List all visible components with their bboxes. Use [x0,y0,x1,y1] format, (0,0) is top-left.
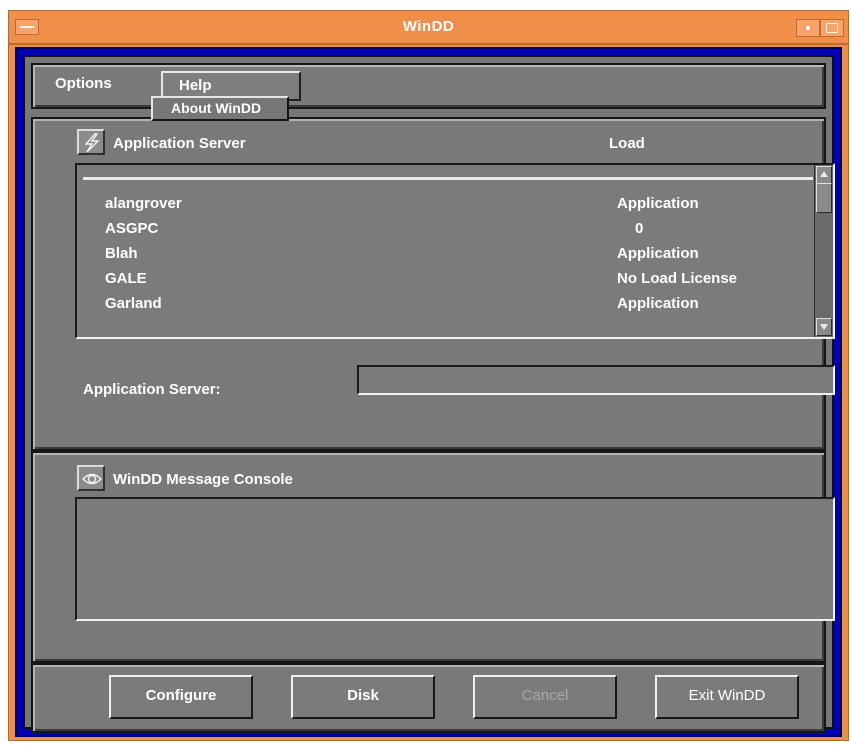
list-item[interactable]: GALE No Load License [77,270,813,295]
server-load: Application [617,245,699,262]
message-console-panel: WinDD Message Console [31,451,835,663]
windd-window: WinDD Options Help Application Server Lo… [8,10,849,741]
scroll-up-arrow-icon[interactable] [816,166,832,184]
button-bar: Configure Disk Cancel Exit WinDD [31,663,826,733]
server-name: Garland [105,295,162,312]
menu-options[interactable]: Options [55,75,112,92]
help-menu-item-about[interactable]: About WinDD [151,96,289,121]
title-bar[interactable]: WinDD [9,11,848,45]
application-server-input[interactable] [357,365,835,395]
server-load: No Load License [617,270,738,287]
server-list[interactable]: alangrover Application ASGPC 0 Blah Appl… [75,163,835,339]
minimize-button[interactable] [796,19,820,37]
list-scrollbar[interactable] [814,165,833,337]
disk-button[interactable]: Disk [291,675,435,719]
message-console-heading: WinDD Message Console [113,471,293,488]
window-frame: Options Help Application Server Load ala… [15,47,842,737]
application-server-field-label: Application Server: [83,381,221,398]
server-load: Application [617,295,699,312]
client-area: Options Help Application Server Load ala… [23,55,835,733]
server-name: alangrover [105,195,182,212]
list-separator [83,177,813,180]
configure-button[interactable]: Configure [109,675,253,719]
exit-windd-button[interactable]: Exit WinDD [655,675,799,719]
server-name: GALE [105,270,147,287]
server-load: Application [617,195,699,212]
list-item[interactable]: alangrover Application [77,195,813,220]
console-eye-icon [77,465,105,491]
scroll-thumb[interactable] [816,183,832,213]
list-item[interactable]: Garland Application [77,295,813,320]
list-item[interactable]: ASGPC 0 [77,220,813,245]
server-name: Blah [105,245,138,262]
application-server-panel: Application Server Load alangrover Appli… [31,117,835,451]
cancel-button[interactable]: Cancel [473,675,617,719]
window-title: WinDD [402,18,455,35]
message-console-output[interactable] [75,497,835,621]
scroll-down-arrow-icon[interactable] [816,318,832,336]
server-load: 0 [635,220,644,237]
application-server-heading: Application Server [113,135,246,152]
list-item[interactable]: Blah Application [77,245,813,270]
load-column-heading: Load [609,135,645,152]
lightning-bolt-icon [77,129,105,155]
maximize-button[interactable] [820,19,844,37]
server-name: ASGPC [105,220,159,237]
